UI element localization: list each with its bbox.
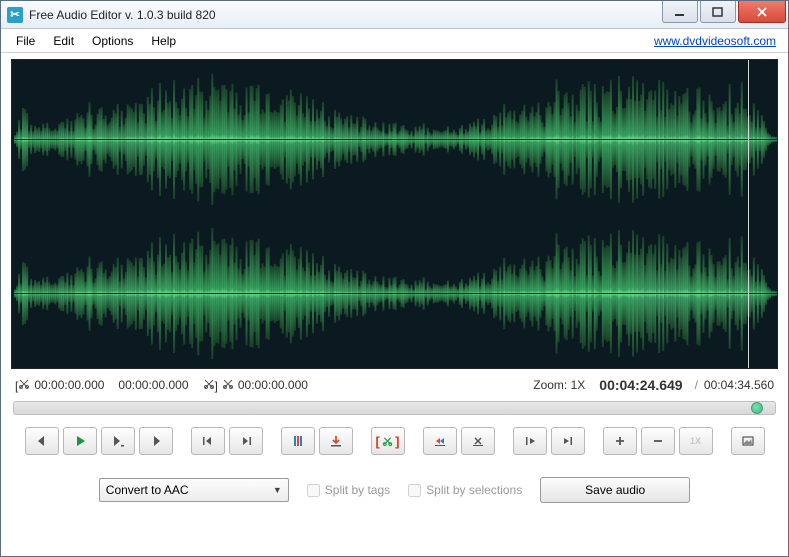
menubar: File Edit Options Help www.dvdvideosoft.… (1, 29, 788, 53)
waveform-display[interactable] (11, 59, 778, 369)
minimize-button[interactable] (662, 1, 698, 23)
save-audio-button[interactable]: Save audio (540, 477, 690, 503)
toolbar: [ ] 1X (11, 425, 778, 467)
zoom-out-button[interactable] (641, 427, 675, 455)
scissors-close-icon: ] (203, 378, 218, 393)
format-value: Convert to AAC (106, 483, 273, 497)
marker-drop-button[interactable] (319, 427, 353, 455)
timeline-scrollbar[interactable] (13, 401, 776, 415)
time-info-bar: [ 00:00:00.000 00:00:00.000 ] 00:00:00.0… (11, 369, 778, 399)
bottom-bar: Convert to AAC ▼ Split by tags Split by … (11, 467, 778, 513)
zoom-value: 1X (571, 378, 586, 392)
next-button[interactable] (139, 427, 173, 455)
selection-end-time: 00:00:00.000 (118, 378, 188, 392)
split-tags-input[interactable] (307, 484, 320, 497)
playhead-cursor[interactable] (748, 60, 749, 368)
app-icon: ✂ (7, 7, 23, 23)
website-link[interactable]: www.dvdvideosoft.com (654, 34, 782, 48)
playhead-thumb[interactable] (751, 402, 763, 414)
close-button[interactable] (738, 1, 786, 23)
split-by-tags-checkbox[interactable]: Split by tags (307, 483, 390, 497)
delete-marker-button[interactable] (461, 427, 495, 455)
split-tags-label: Split by tags (325, 483, 390, 497)
marker-pause-button[interactable] (281, 427, 315, 455)
skip-start-button[interactable] (191, 427, 225, 455)
scissors-cursor-icon (222, 378, 234, 393)
selection-start-button[interactable] (513, 427, 547, 455)
split-selections-input[interactable] (408, 484, 421, 497)
time-separator: / (695, 378, 698, 392)
scissors-open-icon: [ (15, 378, 30, 393)
waveform-right-channel (12, 218, 777, 368)
titlebar[interactable]: ✂ Free Audio Editor v. 1.0.3 build 820 (1, 1, 788, 29)
maximize-button[interactable] (700, 1, 736, 23)
format-dropdown[interactable]: Convert to AAC ▼ (99, 478, 289, 502)
image-button[interactable] (731, 427, 765, 455)
menu-file[interactable]: File (7, 31, 44, 51)
cursor-time: 00:00:00.000 (238, 378, 308, 392)
app-window: ✂ Free Audio Editor v. 1.0.3 build 820 F… (0, 0, 789, 557)
cut-selection-button[interactable]: [ ] (371, 427, 405, 455)
zoom-label: Zoom: (533, 378, 567, 392)
play-selection-button[interactable] (101, 427, 135, 455)
split-selections-label: Split by selections (426, 483, 522, 497)
window-title: Free Audio Editor v. 1.0.3 build 820 (29, 8, 662, 22)
split-by-selections-checkbox[interactable]: Split by selections (408, 483, 522, 497)
menu-edit[interactable]: Edit (44, 31, 83, 51)
zoom-in-button[interactable] (603, 427, 637, 455)
menu-options[interactable]: Options (83, 31, 142, 51)
zoom-reset-button[interactable]: 1X (679, 427, 713, 455)
prev-button[interactable] (25, 427, 59, 455)
split-left-button[interactable] (423, 427, 457, 455)
selection-end-button[interactable] (551, 427, 585, 455)
play-button[interactable] (63, 427, 97, 455)
total-duration: 00:04:34.560 (704, 378, 774, 392)
waveform-left-channel (12, 64, 777, 214)
chevron-down-icon: ▼ (273, 485, 282, 495)
playback-position: 00:04:24.649 (599, 377, 682, 393)
menu-help[interactable]: Help (142, 31, 185, 51)
selection-start-time: 00:00:00.000 (34, 378, 104, 392)
skip-end-button[interactable] (229, 427, 263, 455)
